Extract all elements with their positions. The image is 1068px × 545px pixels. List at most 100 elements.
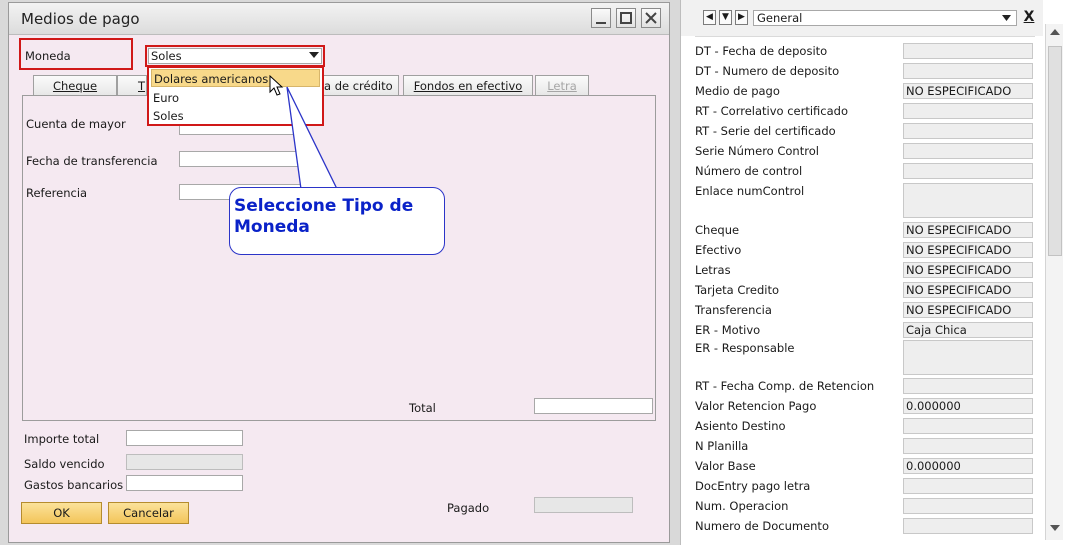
option-label: Euro — [153, 91, 180, 105]
field-value[interactable] — [903, 478, 1033, 494]
field-value[interactable]: Caja Chica — [903, 322, 1033, 338]
payment-methods-window: Medios de pago Moneda Soles Cheque T a d… — [8, 2, 670, 543]
callout-text: Seleccione Tipo de Moneda — [234, 196, 414, 237]
field-value[interactable]: 0.000000 — [903, 398, 1033, 414]
panel-close-button[interactable]: X — [1021, 9, 1037, 25]
moneda-select[interactable]: Soles — [148, 48, 322, 64]
field-value[interactable] — [903, 43, 1033, 59]
field-label: Número de control — [695, 164, 803, 178]
field-value[interactable] — [903, 143, 1033, 159]
field-value[interactable] — [903, 340, 1033, 375]
fecha-transferencia-label: Fecha de transferencia — [26, 154, 158, 168]
field-value[interactable]: NO ESPECIFICADO — [903, 242, 1033, 258]
referencia-label: Referencia — [26, 186, 88, 200]
saldo-vencido-label: Saldo vencido — [24, 457, 105, 471]
user-fields-panel: ◀ ▼ ▶ General X DT - Fecha de deposito DT… — [680, 0, 1068, 545]
option-label: Dolares americanos — [154, 72, 269, 86]
scroll-down-icon[interactable] — [1050, 524, 1060, 532]
cancel-button[interactable]: Cancelar — [108, 502, 189, 524]
window-title: Medios de pago — [21, 10, 140, 28]
gastos-bancarios-field[interactable] — [126, 475, 243, 491]
ok-button[interactable]: OK — [21, 502, 102, 524]
field-label: DT - Numero de deposito — [695, 64, 840, 78]
field-value[interactable]: NO ESPECIFICADO — [903, 282, 1033, 298]
field-value[interactable] — [903, 163, 1033, 179]
tab-label: Cheque — [52, 79, 98, 93]
field-value[interactable] — [903, 123, 1033, 139]
field-label: Numero de Documento — [695, 519, 829, 533]
tab-label: T — [138, 79, 146, 93]
tab-label: Letra — [547, 79, 577, 93]
maximize-button[interactable] — [616, 8, 636, 28]
pagado-field — [534, 497, 633, 513]
title-bar[interactable]: Medios de pago — [9, 3, 669, 35]
field-value[interactable] — [903, 183, 1033, 218]
field-label: RT - Correlativo certificado — [695, 104, 849, 118]
field-label: RT - Fecha Comp. de Retencion — [695, 379, 875, 393]
tab-label: Fondos en efectivo — [413, 79, 523, 93]
field-value[interactable]: NO ESPECIFICADO — [903, 262, 1033, 278]
next-button[interactable]: ▶ — [735, 10, 748, 25]
field-label: Valor Base — [695, 459, 756, 473]
field-label: Asiento Destino — [695, 419, 786, 433]
divider — [695, 36, 1035, 37]
total-label: Total — [409, 401, 436, 415]
field-value[interactable] — [903, 438, 1033, 454]
field-value[interactable] — [903, 103, 1033, 119]
field-value[interactable] — [903, 498, 1033, 514]
tab-letra[interactable]: Letra — [535, 75, 589, 96]
tab-fondos-efectivo[interactable]: Fondos en efectivo — [403, 75, 533, 96]
next-icon: ▶ — [738, 12, 745, 22]
callout-bubble: Seleccione Tipo de Moneda — [229, 187, 445, 255]
field-value[interactable] — [903, 418, 1033, 434]
cuenta-mayor-label: Cuenta de mayor — [26, 117, 126, 131]
moneda-label: Moneda — [25, 49, 71, 63]
total-field[interactable] — [534, 398, 653, 414]
field-label: Serie Número Control — [695, 144, 819, 158]
moneda-selected-value: Soles — [151, 49, 182, 63]
field-label: N Planilla — [695, 439, 749, 453]
panel-toolbar: ◀ ▼ ▶ General X — [681, 0, 1043, 36]
field-label: Efectivo — [695, 243, 742, 257]
field-label: Medio de pago — [695, 84, 780, 98]
maximize-icon — [620, 12, 632, 24]
field-value[interactable]: NO ESPECIFICADO — [903, 302, 1033, 318]
field-label: DocEntry pago letra — [695, 479, 811, 493]
field-label: Tarjeta Credito — [695, 283, 779, 297]
close-button[interactable] — [641, 8, 661, 28]
field-label: Letras — [695, 263, 731, 277]
chevron-down-icon — [309, 52, 319, 58]
gastos-bancarios-label: Gastos bancarios — [24, 478, 124, 492]
field-value[interactable] — [903, 518, 1033, 534]
callout-pointer — [286, 86, 339, 190]
chevron-down-icon — [1002, 15, 1011, 21]
down-button[interactable]: ▼ — [719, 10, 732, 25]
scrollbar[interactable] — [1045, 24, 1063, 540]
minimize-icon — [596, 22, 606, 24]
cursor-icon — [269, 75, 284, 96]
field-value[interactable]: NO ESPECIFICADO — [903, 222, 1033, 238]
field-label: Enlace numControl — [695, 184, 805, 198]
category-selected-value: General — [757, 11, 803, 25]
importe-total-label: Importe total — [24, 432, 100, 446]
field-label: ER - Motivo — [695, 323, 761, 337]
field-label: ER - Responsable — [695, 341, 795, 355]
down-icon: ▼ — [722, 12, 729, 22]
tab-cheque[interactable]: Cheque — [33, 75, 117, 96]
field-value[interactable] — [903, 378, 1033, 394]
field-label: Valor Retencion Pago — [695, 399, 817, 413]
field-label: Num. Operacion — [695, 499, 789, 513]
tab-transferencia[interactable]: T — [117, 75, 147, 96]
scroll-up-icon[interactable] — [1050, 28, 1060, 36]
saldo-vencido-field — [126, 454, 243, 470]
category-select[interactable]: General — [753, 10, 1017, 26]
importe-total-field[interactable] — [126, 430, 243, 446]
field-value[interactable]: NO ESPECIFICADO — [903, 83, 1033, 99]
field-value[interactable] — [903, 63, 1033, 79]
prev-button[interactable]: ◀ — [703, 10, 716, 25]
close-icon — [645, 12, 657, 24]
field-value[interactable]: 0.000000 — [903, 458, 1033, 474]
minimize-button[interactable] — [591, 8, 611, 28]
field-label: DT - Fecha de deposito — [695, 44, 828, 58]
scroll-thumb[interactable] — [1048, 46, 1062, 256]
